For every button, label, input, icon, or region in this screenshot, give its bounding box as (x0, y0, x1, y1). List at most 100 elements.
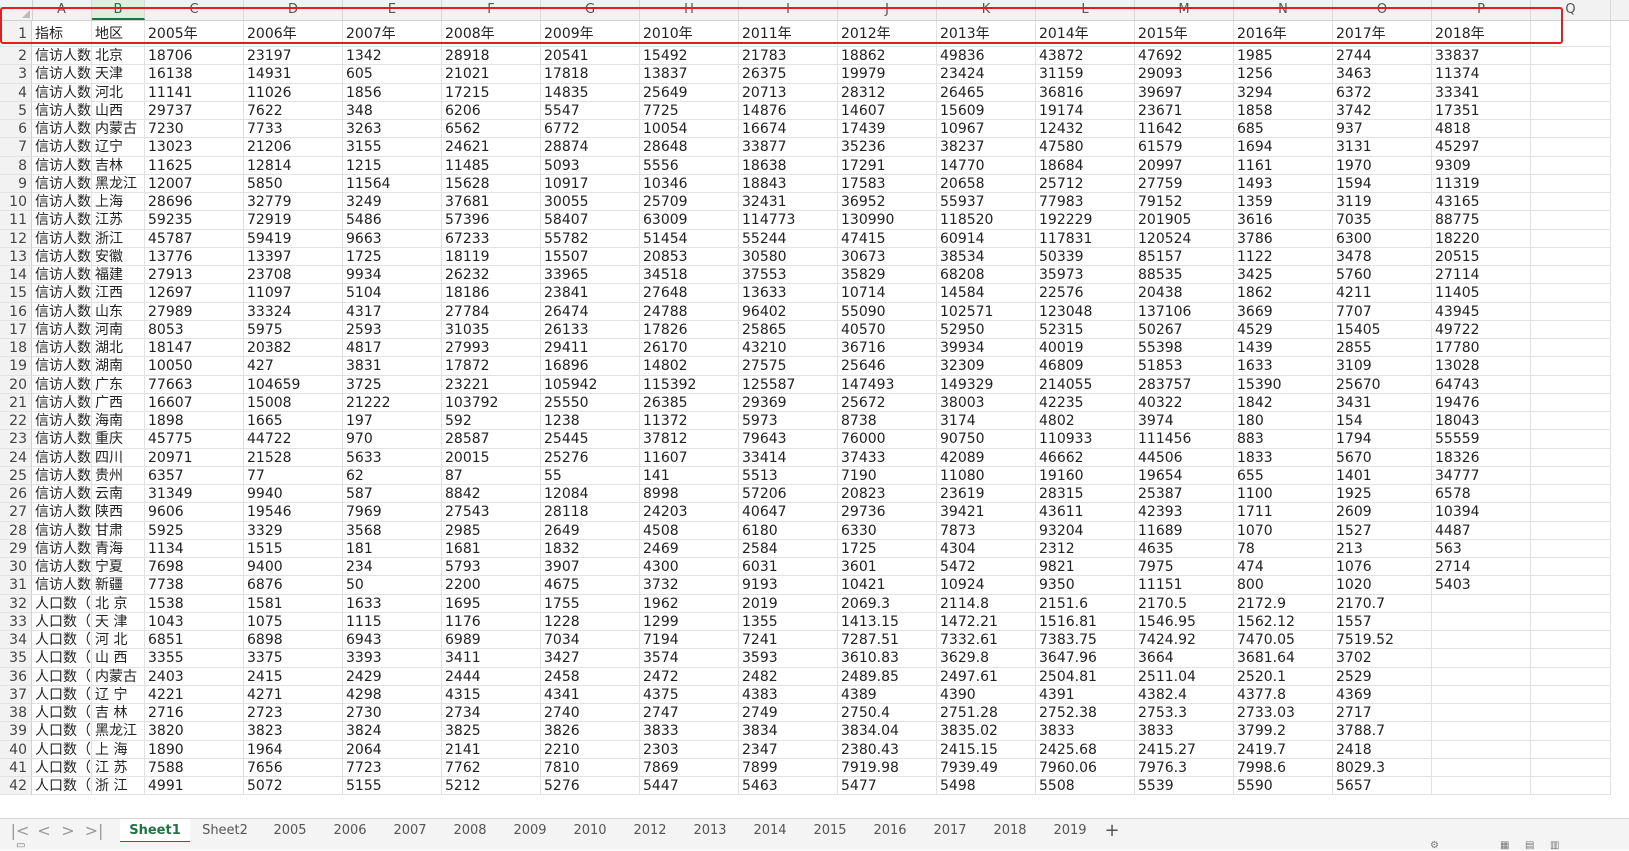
select-all-corner[interactable] (0, 0, 33, 20)
table-cell[interactable]: 23708 (244, 266, 343, 285)
sheet-tab-2017[interactable]: 2017 (920, 819, 980, 843)
table-cell[interactable]: 2497.61 (937, 667, 1036, 686)
table-cell[interactable] (1531, 375, 1611, 394)
table-cell[interactable]: 1581 (244, 594, 343, 613)
table-cell[interactable]: 3824 (343, 722, 442, 741)
table-cell[interactable]: 19476 (1432, 393, 1531, 412)
sheet-tab-2009[interactable]: 2009 (500, 819, 560, 843)
table-cell[interactable]: 信访人数 (32, 375, 92, 394)
sheet-tab-sheet1[interactable]: Sheet1 (120, 819, 190, 843)
table-cell[interactable]: 96402 (739, 302, 838, 321)
table-cell[interactable]: 2141 (442, 740, 541, 759)
table-cell[interactable]: 20713 (739, 83, 838, 102)
table-cell[interactable] (1432, 667, 1531, 686)
table-cell[interactable]: 8053 (145, 320, 244, 339)
table-cell[interactable]: 9400 (244, 558, 343, 577)
table-cell[interactable]: 1557 (1333, 612, 1432, 631)
table-cell[interactable]: 信访人数 (32, 466, 92, 485)
row-number[interactable]: 39 (0, 722, 32, 741)
table-cell[interactable]: 2752.38 (1036, 704, 1135, 723)
table-cell[interactable]: 1665 (244, 412, 343, 431)
table-cell[interactable]: 山东 (92, 302, 145, 321)
table-cell[interactable]: 38237 (937, 138, 1036, 157)
table-cell[interactable]: 28648 (640, 138, 739, 157)
table-cell[interactable]: 3119 (1333, 193, 1432, 212)
table-cell[interactable]: 49722 (1432, 320, 1531, 339)
table-cell[interactable] (1531, 101, 1611, 120)
table-cell[interactable]: 937 (1333, 120, 1432, 139)
table-cell[interactable] (1531, 685, 1611, 704)
table-cell[interactable]: 5104 (343, 284, 442, 303)
table-cell[interactable]: 3355 (145, 649, 244, 668)
table-cell[interactable]: 3732 (640, 576, 739, 595)
table-cell[interactable]: 天 津 (92, 612, 145, 631)
table-cell[interactable]: 17818 (541, 65, 640, 84)
table-cell[interactable]: 3831 (343, 357, 442, 376)
header-cell[interactable]: 2018年 (1432, 21, 1531, 47)
table-cell[interactable]: 福建 (92, 266, 145, 285)
table-cell[interactable]: 人口数（ (32, 631, 92, 650)
row-number[interactable]: 42 (0, 777, 32, 796)
table-cell[interactable]: 3329 (244, 521, 343, 540)
table-cell[interactable]: 7899 (739, 758, 838, 777)
table-cell[interactable]: 19160 (1036, 466, 1135, 485)
sheet-tab-2018[interactable]: 2018 (980, 819, 1040, 843)
table-cell[interactable]: 5403 (1432, 576, 1531, 595)
table-cell[interactable]: 2114.8 (937, 594, 1036, 613)
table-cell[interactable]: 37812 (640, 430, 739, 449)
table-cell[interactable]: 2415 (244, 667, 343, 686)
table-cell[interactable]: 3833 (1036, 722, 1135, 741)
table-cell[interactable]: 3833 (1135, 722, 1234, 741)
table-cell[interactable]: 970 (343, 430, 442, 449)
table-cell[interactable]: 10967 (937, 120, 1036, 139)
table-cell[interactable]: 5973 (739, 412, 838, 431)
table-cell[interactable]: 13776 (145, 247, 244, 266)
header-cell[interactable]: 2006年 (244, 21, 343, 47)
table-cell[interactable]: 27784 (442, 302, 541, 321)
table-cell[interactable]: 7035 (1333, 211, 1432, 230)
table-cell[interactable]: 内蒙古 (92, 120, 145, 139)
table-cell[interactable]: 15390 (1234, 375, 1333, 394)
table-cell[interactable]: 2418 (1333, 740, 1432, 759)
table-cell[interactable]: 1228 (541, 612, 640, 631)
table-cell[interactable]: 3463 (1333, 65, 1432, 84)
table-cell[interactable]: 2151.6 (1036, 594, 1135, 613)
table-cell[interactable]: 20997 (1135, 156, 1234, 175)
table-cell[interactable]: 45787 (145, 229, 244, 248)
table-cell[interactable]: 3601 (838, 558, 937, 577)
table-cell[interactable]: 2472 (640, 667, 739, 686)
table-cell[interactable]: 辽 宁 (92, 685, 145, 704)
row-number[interactable]: 1 (0, 21, 32, 47)
header-cell[interactable]: 2015年 (1135, 21, 1234, 47)
table-cell[interactable]: 2415.27 (1135, 740, 1234, 759)
table-cell[interactable]: 5276 (541, 777, 640, 796)
table-cell[interactable]: 283757 (1135, 375, 1234, 394)
column-header-b[interactable]: B (92, 0, 145, 20)
table-cell[interactable]: 3826 (541, 722, 640, 741)
table-cell[interactable]: 18186 (442, 284, 541, 303)
table-cell[interactable]: 7194 (640, 631, 739, 650)
table-cell[interactable]: 68208 (937, 266, 1036, 285)
row-number[interactable]: 15 (0, 284, 32, 303)
table-cell[interactable]: 26170 (640, 339, 739, 358)
table-cell[interactable]: 3425 (1234, 266, 1333, 285)
table-cell[interactable]: 44506 (1135, 448, 1234, 467)
table-cell[interactable]: 信访人数 (32, 83, 92, 102)
table-cell[interactable]: 3725 (343, 375, 442, 394)
table-cell[interactable]: 46662 (1036, 448, 1135, 467)
table-cell[interactable] (1531, 247, 1611, 266)
table-cell[interactable]: 1890 (145, 740, 244, 759)
table-cell[interactable]: 7939.49 (937, 758, 1036, 777)
row-number[interactable]: 41 (0, 758, 32, 777)
table-cell[interactable]: 7383.75 (1036, 631, 1135, 650)
table-cell[interactable]: 11151 (1135, 576, 1234, 595)
table-cell[interactable] (1531, 120, 1611, 139)
table-cell[interactable]: 信访人数 (32, 229, 92, 248)
table-cell[interactable]: 18843 (739, 174, 838, 193)
settings-icon[interactable]: ⚙ (1430, 840, 1439, 851)
table-cell[interactable]: 河北 (92, 83, 145, 102)
table-cell[interactable]: 北 京 (92, 594, 145, 613)
table-cell[interactable]: 38534 (937, 247, 1036, 266)
table-cell[interactable]: 2734 (442, 704, 541, 723)
table-cell[interactable]: 2064 (343, 740, 442, 759)
